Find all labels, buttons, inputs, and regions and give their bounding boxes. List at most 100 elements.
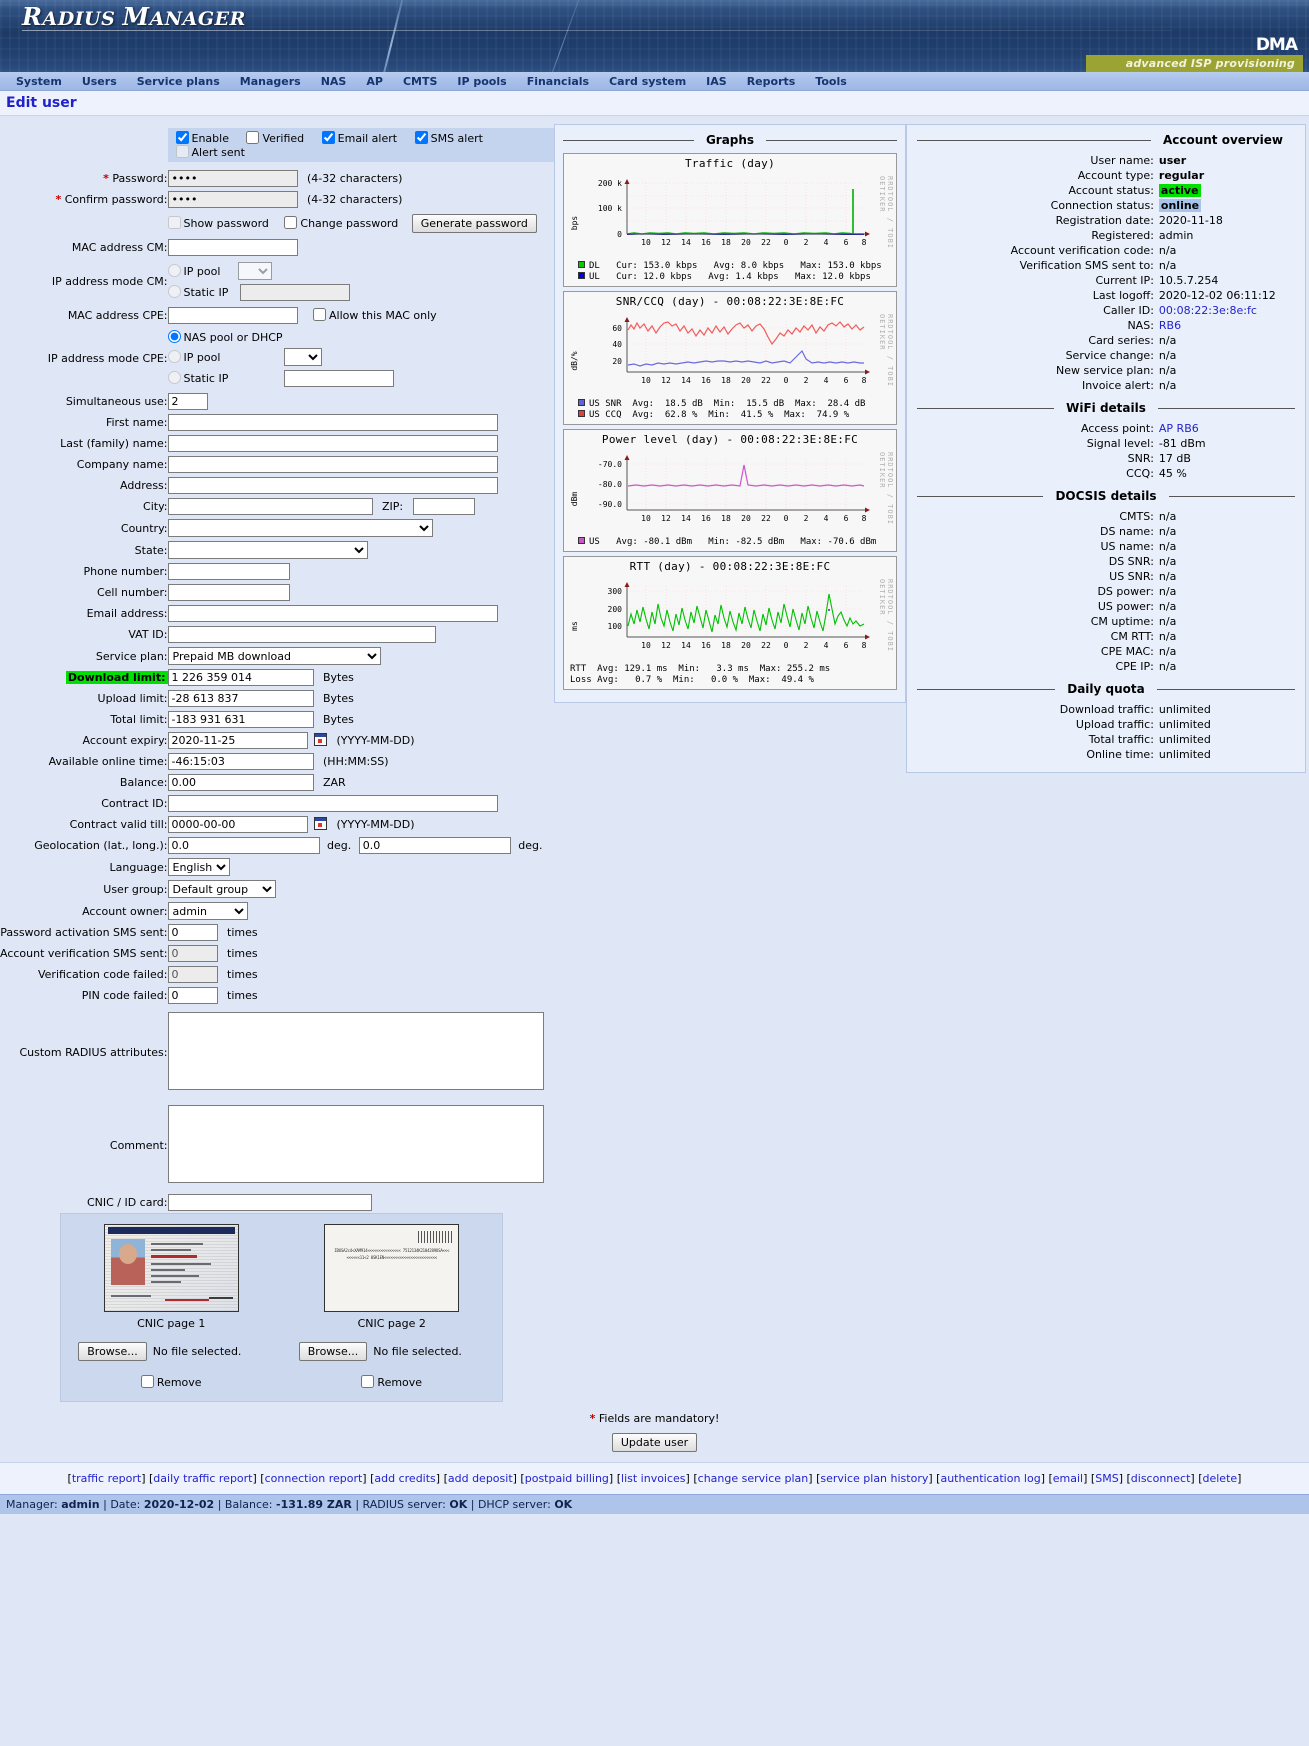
static-ip-cm-radio-label[interactable]: Static IP: [167, 285, 228, 299]
nav-item-cmts[interactable]: CMTS: [393, 75, 447, 88]
geolocation-long-input[interactable]: [358, 837, 511, 854]
country-select[interactable]: [167, 519, 433, 537]
language-select[interactable]: English: [167, 858, 230, 876]
link-daily-traffic-report[interactable]: daily traffic report: [153, 1472, 252, 1485]
custom-radius-textarea[interactable]: [167, 1012, 544, 1090]
cnic-page-2-thumbnail[interactable]: IBUSA2c4<XAM914<<<<<<<<<<<<<<< 7512134K2…: [324, 1224, 460, 1312]
nav-item-managers[interactable]: Managers: [230, 75, 311, 88]
enable-checkbox[interactable]: [175, 131, 189, 144]
nav-item-nas[interactable]: NAS: [311, 75, 357, 88]
verified-checkbox[interactable]: [246, 131, 260, 144]
user-group-select[interactable]: Default group: [167, 880, 276, 898]
enable-checkbox-label[interactable]: Enable: [175, 131, 229, 145]
contract-till-input[interactable]: [167, 816, 308, 833]
sms-alert-checkbox-label[interactable]: SMS alert: [414, 131, 483, 145]
nav-item-card-system[interactable]: Card system: [599, 75, 696, 88]
nav-item-reports[interactable]: Reports: [737, 75, 806, 88]
link-list-invoices[interactable]: list invoices: [621, 1472, 686, 1485]
static-ip-cm-radio[interactable]: [167, 285, 181, 298]
link-add-credits[interactable]: add credits: [374, 1472, 435, 1485]
city-input[interactable]: [167, 498, 373, 515]
nas-pool-radio-label[interactable]: NAS pool or DHCP: [167, 330, 283, 344]
main-navigation[interactable]: System Users Service plans Managers NAS …: [0, 72, 1309, 91]
email-alert-checkbox-label[interactable]: Email alert: [321, 131, 397, 145]
pw-activation-sms-input[interactable]: [167, 924, 218, 941]
link-disconnect[interactable]: disconnect: [1131, 1472, 1191, 1485]
mac-address-cpe-input[interactable]: [167, 307, 298, 324]
simultaneous-use-input[interactable]: [167, 393, 208, 410]
cnic-page-2-browse-button[interactable]: Browse...: [298, 1342, 368, 1361]
vat-input[interactable]: [167, 626, 436, 643]
nas-pool-radio[interactable]: [167, 330, 181, 343]
service-plan-select[interactable]: Prepaid MB download: [167, 647, 381, 665]
graph-traffic-day[interactable]: Traffic (day) RRDTOOL / TOBI OETIKER bps…: [563, 153, 897, 287]
account-expiry-input[interactable]: [167, 732, 308, 749]
ip-pool-cpe-radio[interactable]: [167, 349, 181, 363]
nav-item-service-plans[interactable]: Service plans: [127, 75, 230, 88]
state-select[interactable]: [167, 541, 368, 559]
company-name-input[interactable]: [167, 456, 498, 473]
show-password-checkbox[interactable]: [167, 216, 181, 229]
graph-snr-ccq-day[interactable]: SNR/CCQ (day) - 00:08:22:3E:8E:FC RRDTOO…: [563, 291, 897, 425]
email-input[interactable]: [167, 605, 498, 622]
last-name-input[interactable]: [167, 435, 498, 452]
cnic-page-2-remove-checkbox[interactable]: [361, 1375, 375, 1388]
static-ip-cpe-radio[interactable]: [167, 371, 181, 384]
link-service-plan-history[interactable]: service plan history: [820, 1472, 928, 1485]
cell-input[interactable]: [167, 584, 290, 601]
allow-mac-only-label[interactable]: Allow this MAC only: [313, 308, 437, 322]
nav-item-financials[interactable]: Financials: [517, 75, 599, 88]
cnic-page-1-thumbnail[interactable]: [103, 1224, 239, 1312]
nav-item-ias[interactable]: IAS: [696, 75, 737, 88]
graph-rtt-day[interactable]: RTT (day) - 00:08:22:3E:8E:FC RRDTOOL / …: [563, 556, 897, 690]
contract-id-input[interactable]: [167, 795, 498, 812]
email-alert-checkbox[interactable]: [321, 131, 335, 144]
link-sms[interactable]: SMS: [1095, 1472, 1118, 1485]
confirm-password-input[interactable]: [167, 191, 298, 208]
link-delete[interactable]: delete: [1203, 1472, 1238, 1485]
nav-item-users[interactable]: Users: [72, 75, 127, 88]
ip-pool-cm-radio[interactable]: [167, 263, 181, 277]
download-limit-input[interactable]: [167, 669, 314, 686]
password-input[interactable]: [167, 170, 298, 187]
link-traffic-report[interactable]: traffic report: [72, 1472, 141, 1485]
phone-input[interactable]: [167, 563, 290, 580]
cnic-page-1-remove-label[interactable]: Remove: [140, 1375, 202, 1389]
cnic-page-1-browse-button[interactable]: Browse...: [78, 1342, 147, 1361]
cnic-id-input[interactable]: [167, 1194, 372, 1211]
account-owner-select[interactable]: admin: [167, 902, 248, 920]
link-authentication-log[interactable]: authentication log: [940, 1472, 1040, 1485]
link-email[interactable]: email: [1053, 1472, 1083, 1485]
graph-power-level-day[interactable]: Power level (day) - 00:08:22:3E:8E:FC RR…: [563, 429, 897, 552]
first-name-input[interactable]: [167, 414, 498, 431]
cnic-page-1-remove-checkbox[interactable]: [140, 1375, 154, 1388]
sms-alert-checkbox[interactable]: [414, 131, 428, 144]
link-add-deposit[interactable]: add deposit: [448, 1472, 513, 1485]
nav-item-system[interactable]: System: [6, 75, 72, 88]
access-point-link[interactable]: AP RB6: [1159, 422, 1199, 435]
address-input[interactable]: [167, 477, 498, 494]
static-ip-cpe-radio-label[interactable]: Static IP: [167, 371, 228, 385]
link-change-service-plan[interactable]: change service plan: [698, 1472, 809, 1485]
mac-address-cm-input[interactable]: [167, 239, 298, 256]
calendar-icon[interactable]: [314, 733, 327, 746]
allow-mac-only-checkbox[interactable]: [313, 308, 326, 321]
total-limit-input[interactable]: [167, 711, 314, 728]
nas-link[interactable]: RB6: [1159, 319, 1181, 332]
footer-action-links[interactable]: [traffic report] [daily traffic report] …: [0, 1462, 1309, 1494]
link-connection-report[interactable]: connection report: [265, 1472, 363, 1485]
change-password-label[interactable]: Change password: [284, 216, 398, 230]
balance-input[interactable]: [167, 774, 314, 791]
comment-textarea[interactable]: [167, 1105, 544, 1183]
nav-item-ip-pools[interactable]: IP pools: [447, 75, 516, 88]
ip-pool-cm-radio-label[interactable]: IP pool: [167, 263, 220, 278]
calendar-icon-2[interactable]: [314, 817, 327, 830]
zip-input[interactable]: [412, 498, 475, 515]
ip-pool-cpe-select[interactable]: [283, 348, 322, 366]
show-password-label[interactable]: Show password: [167, 216, 269, 230]
pin-code-failed-input[interactable]: [167, 987, 218, 1004]
link-postpaid-billing[interactable]: postpaid billing: [525, 1472, 609, 1485]
ip-pool-cm-select[interactable]: [237, 262, 272, 280]
online-time-input[interactable]: [167, 753, 314, 770]
nav-item-tools[interactable]: Tools: [805, 75, 856, 88]
